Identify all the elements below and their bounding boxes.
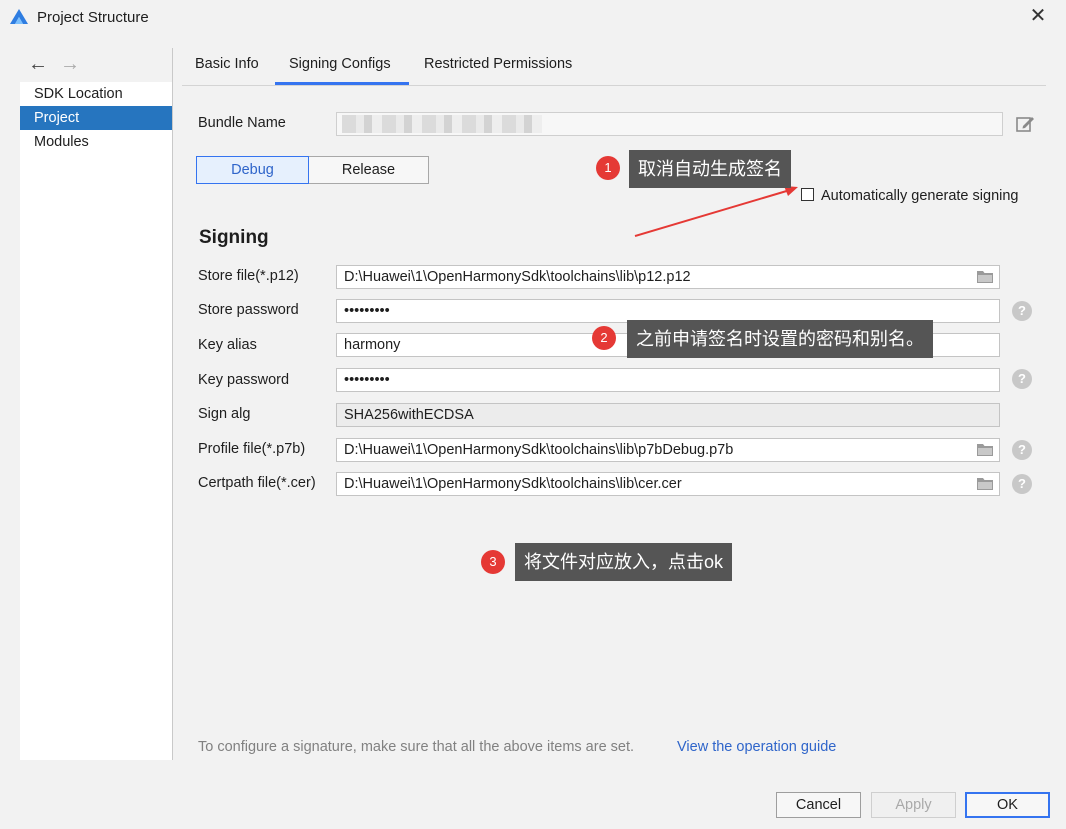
folder-icon[interactable] bbox=[977, 443, 993, 456]
apply-button[interactable]: Apply bbox=[871, 792, 956, 818]
key-password-field[interactable]: ••••••••• bbox=[336, 368, 1000, 392]
tab-restricted-permissions[interactable]: Restricted Permissions bbox=[424, 56, 572, 72]
annotation-arrow-icon bbox=[634, 186, 798, 237]
key-alias-label: Key alias bbox=[198, 337, 257, 353]
key-alias-value: harmony bbox=[344, 337, 401, 353]
close-icon[interactable]: ✕ bbox=[1028, 6, 1048, 26]
tab-basic-info[interactable]: Basic Info bbox=[195, 56, 259, 72]
annotation-badge-2: 2 bbox=[592, 326, 616, 350]
store-file-label: Store file(*.p12) bbox=[198, 268, 299, 284]
ok-button[interactable]: OK bbox=[965, 792, 1050, 818]
tab-divider bbox=[182, 85, 1046, 86]
footer-hint: To configure a signature, make sure that… bbox=[198, 739, 635, 755]
sidebar: SDK Location Project Modules bbox=[20, 82, 172, 760]
window-title: Project Structure bbox=[37, 9, 149, 26]
store-file-field[interactable]: D:\Huawei\1\OpenHarmonySdk\toolchains\li… bbox=[336, 265, 1000, 289]
app-logo-icon bbox=[10, 9, 28, 24]
folder-icon[interactable] bbox=[977, 270, 993, 283]
debug-toggle[interactable]: Debug bbox=[196, 156, 309, 184]
key-password-label: Key password bbox=[198, 372, 290, 388]
annotation-callout-1: 取消自动生成签名 bbox=[629, 150, 791, 188]
sidebar-item-modules[interactable]: Modules bbox=[20, 130, 172, 154]
certpath-file-value: D:\Huawei\1\OpenHarmonySdk\toolchains\li… bbox=[344, 476, 682, 492]
redacted-bundle-name bbox=[342, 115, 542, 133]
auto-sign-label[interactable]: Automatically generate signing bbox=[821, 188, 1018, 204]
annotation-callout-3: 将文件对应放入，点击ok bbox=[515, 543, 733, 581]
profile-file-field[interactable]: D:\Huawei\1\OpenHarmonySdk\toolchains\li… bbox=[336, 438, 1000, 462]
tab-signing-configs[interactable]: Signing Configs bbox=[289, 56, 391, 72]
certpath-file-help-icon[interactable]: ? bbox=[1012, 474, 1032, 494]
cancel-button[interactable]: Cancel bbox=[776, 792, 861, 818]
sidebar-item-sdk-location[interactable]: SDK Location bbox=[20, 82, 172, 106]
operation-guide-link[interactable]: View the operation guide bbox=[677, 739, 836, 755]
sign-alg-value: SHA256withECDSA bbox=[344, 407, 474, 423]
certpath-file-field[interactable]: D:\Huawei\1\OpenHarmonySdk\toolchains\li… bbox=[336, 472, 1000, 496]
annotation-badge-1: 1 bbox=[596, 156, 620, 180]
store-password-value: ••••••••• bbox=[344, 303, 390, 319]
sidebar-divider bbox=[172, 48, 173, 760]
release-toggle[interactable]: Release bbox=[309, 156, 429, 184]
signing-heading: Signing bbox=[199, 227, 269, 248]
back-arrow-icon[interactable]: ← bbox=[28, 54, 48, 74]
profile-file-label: Profile file(*.p7b) bbox=[198, 441, 306, 457]
title-bar bbox=[0, 0, 1066, 36]
sign-alg-field: SHA256withECDSA bbox=[336, 403, 1000, 427]
key-password-help-icon[interactable]: ? bbox=[1012, 369, 1032, 389]
profile-file-value: D:\Huawei\1\OpenHarmonySdk\toolchains\li… bbox=[344, 442, 734, 458]
profile-file-help-icon[interactable]: ? bbox=[1012, 440, 1032, 460]
sign-alg-label: Sign alg bbox=[198, 406, 251, 422]
store-password-help-icon[interactable]: ? bbox=[1012, 301, 1032, 321]
bundle-name-label: Bundle Name bbox=[198, 115, 286, 131]
forward-arrow-icon[interactable]: → bbox=[60, 54, 80, 74]
key-password-value: ••••••••• bbox=[344, 372, 390, 388]
active-tab-indicator bbox=[275, 82, 409, 85]
edit-icon[interactable] bbox=[1015, 114, 1035, 134]
sidebar-item-project[interactable]: Project bbox=[20, 106, 172, 130]
folder-icon[interactable] bbox=[977, 477, 993, 490]
store-password-label: Store password bbox=[198, 302, 299, 318]
store-file-value: D:\Huawei\1\OpenHarmonySdk\toolchains\li… bbox=[344, 269, 691, 285]
annotation-badge-3: 3 bbox=[481, 550, 505, 574]
annotation-callout-2: 之前申请签名时设置的密码和别名。 bbox=[627, 320, 933, 358]
certpath-file-label: Certpath file(*.cer) bbox=[198, 475, 316, 491]
